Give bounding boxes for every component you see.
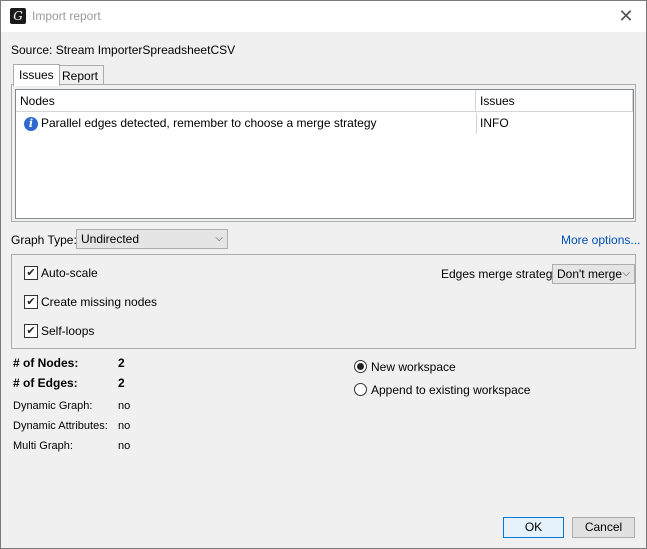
window-title: Import report <box>32 9 101 23</box>
dynamic-attributes-value: no <box>118 420 131 432</box>
chevron-down-icon: ⌵ <box>215 233 223 244</box>
nodes-count-label: # of Nodes: <box>13 356 79 370</box>
graph-type-select[interactable]: Undirected ⌵ <box>76 229 228 249</box>
ok-button[interactable]: OK <box>503 517 564 538</box>
issues-tab-panel: Nodes Issues i Parallel edges detected, r… <box>11 84 636 222</box>
gephi-logo-icon: G <box>10 8 26 24</box>
checkmark-icon: ✔ <box>24 324 38 338</box>
tab-report[interactable]: Report <box>56 65 105 86</box>
issues-table: Nodes Issues i Parallel edges detected, r… <box>15 89 634 219</box>
issue-message-cell: i Parallel edges detected, remember to ch… <box>24 113 476 134</box>
edges-merge-label: Edges merge strategy: <box>441 267 562 281</box>
edges-count-value: 2 <box>118 376 125 390</box>
self-loops-label: Self-loops <box>41 324 95 338</box>
edges-count-label: # of Edges: <box>13 376 78 390</box>
graph-type-value: Undirected <box>81 232 140 246</box>
radio-selected-icon <box>354 360 367 373</box>
import-report-dialog: G Import report ✕ Source: Stream Importe… <box>0 0 647 549</box>
more-options-link[interactable]: More options... <box>561 233 640 247</box>
source-label: Source: <box>11 43 53 57</box>
checkmark-icon: ✔ <box>24 266 38 280</box>
chevron-down-icon: ⌵ <box>622 268 630 279</box>
auto-scale-label: Auto-scale <box>41 266 98 280</box>
nodes-count-value: 2 <box>118 356 125 370</box>
checkmark-icon: ✔ <box>24 295 38 309</box>
new-workspace-label: New workspace <box>371 360 456 374</box>
title-bar[interactable]: G Import report ✕ <box>1 1 646 32</box>
multi-graph-value: no <box>118 440 131 452</box>
dynamic-graph-value: no <box>118 400 131 412</box>
column-header-nodes[interactable]: Nodes <box>16 90 476 112</box>
issue-level-cell: INFO <box>476 113 633 134</box>
create-missing-nodes-label: Create missing nodes <box>41 295 158 309</box>
edges-merge-value: Don't merge <box>557 267 622 281</box>
close-icon[interactable]: ✕ <box>616 6 636 26</box>
edges-merge-select[interactable]: Don't merge ⌵ <box>552 264 635 284</box>
source-value: Stream ImporterSpreadsheetCSV <box>55 43 236 57</box>
radio-unselected-icon <box>354 383 367 396</box>
info-icon: i <box>24 116 38 131</box>
source-line: Source: Stream ImporterSpreadsheetCSV <box>11 43 235 57</box>
multi-graph-label: Multi Graph: <box>13 440 73 452</box>
append-workspace-label: Append to existing workspace <box>371 383 531 397</box>
graph-type-label: Graph Type: <box>11 233 77 247</box>
dynamic-graph-label: Dynamic Graph: <box>13 400 93 412</box>
tab-issues[interactable]: Issues <box>13 64 60 86</box>
dynamic-attributes-label: Dynamic Attributes: <box>13 420 108 432</box>
column-header-issues[interactable]: Issues <box>476 90 633 112</box>
table-row[interactable]: i Parallel edges detected, remember to ch… <box>16 113 633 134</box>
cancel-button[interactable]: Cancel <box>572 517 635 538</box>
options-panel: ✔ Auto-scale ✔ Create missing nodes ✔ Se… <box>11 254 636 349</box>
issue-message: Parallel edges detected, remember to cho… <box>41 116 377 130</box>
